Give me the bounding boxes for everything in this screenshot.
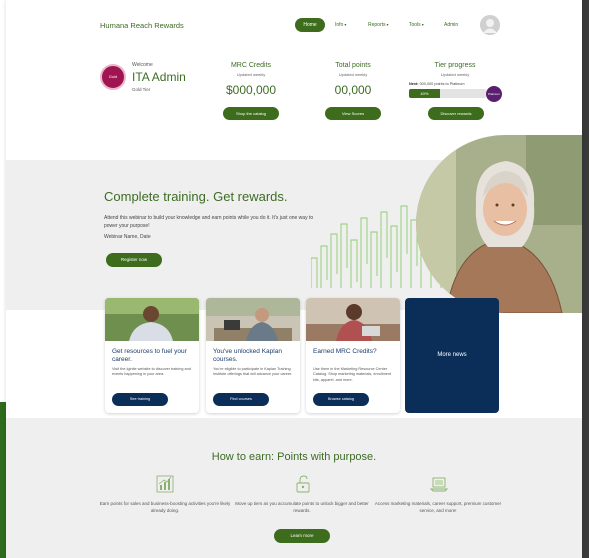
more-news-tile[interactable]: More news [405, 298, 499, 413]
woman-with-laptop-image [306, 298, 400, 341]
window-scrollbar-edge [582, 0, 589, 558]
chart-growth-icon [156, 475, 174, 493]
see-training-button[interactable]: See training [112, 393, 168, 406]
brand-logo[interactable]: Humana Reach Rewards [100, 21, 184, 30]
nav-info-label: Info [335, 22, 344, 28]
nav-reports[interactable]: Reports▾ [368, 22, 389, 28]
nav-tools-label: Tools [409, 22, 421, 28]
access-materials-text: Access marketing materials, career suppo… [374, 501, 502, 513]
welcome-label: Welcome [132, 62, 153, 68]
webinar-name-date: Webinar Name, Date [104, 234, 151, 240]
register-now-button[interactable]: Register now [106, 253, 162, 267]
resources-card: Get resources to fuel your career. Visit… [105, 298, 199, 413]
nav-tools[interactable]: Tools▾ [409, 22, 424, 28]
browse-catalog-button[interactable]: Browse catalog [313, 393, 369, 406]
how-to-earn-section: How to earn: Points with purpose. Earn p… [6, 418, 582, 558]
tier-next-label: Next: [409, 82, 419, 86]
shop-catalog-button[interactable]: Shop the catalog [223, 107, 279, 120]
discover-rewards-button[interactable]: Discover rewards [428, 107, 484, 120]
nav-admin[interactable]: Admin [444, 22, 458, 28]
mrc-credits-updated: Updated weekly [236, 72, 266, 77]
tier-progress-fill: 40% [409, 89, 440, 98]
top-header: Humana Reach Rewards Home Info▾ Reports▾… [6, 10, 582, 42]
user-avatar-icon [480, 15, 500, 35]
chevron-down-icon: ▾ [344, 22, 347, 27]
move-up-tiers-text: Move up tiers as you accumulate points t… [235, 501, 369, 513]
tier-progress-bar: 40% [409, 89, 486, 98]
tier-progress-title: Tier progress [434, 62, 476, 69]
user-avatar[interactable] [480, 15, 500, 35]
find-courses-button[interactable]: Find courses [213, 393, 269, 406]
hero-woman-photo [416, 135, 582, 313]
unlock-icon [296, 475, 310, 493]
user-name: ITA Admin [132, 70, 186, 84]
platinum-tier-badge: Platinum [486, 86, 502, 102]
chevron-down-icon: ▾ [386, 22, 389, 27]
mrc-credits-card: Earned MRC Credits? Use them in the Mark… [306, 298, 400, 413]
mrc-credits-title: MRC Credits [230, 62, 272, 69]
card-title: Get resources to fuel your career. [112, 348, 187, 363]
card-title: You've unlocked Kaplan courses. [213, 348, 282, 363]
how-to-earn-title: How to earn: Points with purpose. [211, 451, 377, 463]
page: Humana Reach Rewards Home Info▾ Reports▾… [6, 0, 582, 558]
nav-info[interactable]: Info▾ [335, 22, 346, 28]
card-description: Use them in the Marketing Resource Cente… [313, 367, 392, 382]
man-at-desk-image [206, 298, 300, 341]
nav-home[interactable]: Home [295, 18, 325, 32]
chevron-down-icon: ▾ [421, 22, 424, 27]
man-smiling-image [105, 298, 199, 341]
mrc-credits-value: $000,000 [225, 83, 277, 97]
kaplan-card: You've unlocked Kaplan courses. You're e… [206, 298, 300, 413]
hero-title: Complete training. Get rewards. [104, 189, 288, 204]
gold-tier-badge: Gold [100, 64, 126, 90]
total-points-updated: Updated weekly [338, 72, 368, 77]
tier-next-value: 000,000 points to Platinum [419, 82, 465, 86]
learn-more-button[interactable]: Learn more [274, 529, 330, 543]
nav-reports-label: Reports [368, 22, 386, 28]
earn-points-text: Earn points for sales and business-boost… [99, 501, 231, 513]
tier-name: Gold Tier [132, 87, 151, 92]
view-scores-button[interactable]: View Scores [325, 107, 381, 120]
total-points-value: 00,000 [334, 83, 372, 97]
card-description: Visit the Iginite website to discover tr… [112, 367, 191, 377]
smiling-woman-image [416, 135, 582, 313]
total-points-title: Total points [335, 62, 371, 69]
card-title: Earned MRC Credits? [313, 348, 377, 355]
tier-next-text: Next: 000,000 points to Platinum [409, 82, 465, 86]
card-description: You're eligible to participate in Kaplan… [213, 367, 293, 377]
hero-description: Attend this webinar to build your knowle… [104, 215, 314, 229]
laptop-icon [430, 477, 448, 492]
tier-progress-updated: Updated weekly [440, 72, 470, 77]
